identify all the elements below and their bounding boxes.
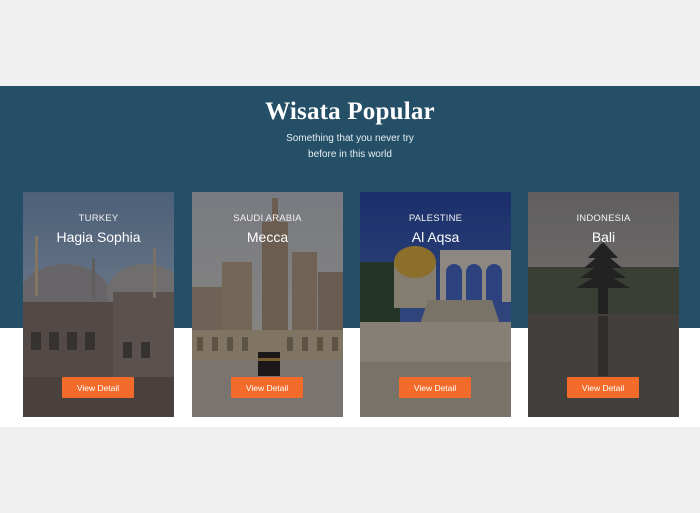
card-country: PALESTINE	[408, 213, 463, 224]
subtitle-line-1: Something that you never try	[286, 133, 414, 144]
card-country: TURKEY	[78, 213, 119, 224]
card-place: Bali	[591, 229, 616, 245]
destination-card-hagia-sophia[interactable]: TURKEY Hagia Sophia View Detail	[23, 192, 174, 417]
destination-card-mecca[interactable]: SAUDI ARABIA Mecca View Detail	[192, 192, 343, 417]
subtitle-line-2: before in this world	[308, 149, 392, 160]
view-detail-button[interactable]: View Detail	[231, 377, 303, 398]
view-detail-button[interactable]: View Detail	[62, 377, 134, 398]
popular-destinations-section: Wisata Popular Something that you never …	[0, 86, 700, 427]
section-title: Wisata Popular	[265, 98, 435, 125]
destination-card-bali[interactable]: INDONESIA Bali View Detail	[528, 192, 679, 417]
card-place: Al Aqsa	[411, 229, 460, 245]
card-place: Hagia Sophia	[56, 229, 141, 245]
card-country: INDONESIA	[576, 213, 631, 224]
card-place: Mecca	[246, 229, 289, 245]
view-detail-button[interactable]: View Detail	[567, 377, 639, 398]
destination-card-al-aqsa[interactable]: PALESTINE Al Aqsa View Detail	[360, 192, 511, 417]
card-country: SAUDI ARABIA	[233, 213, 302, 224]
view-detail-button[interactable]: View Detail	[399, 377, 471, 398]
section-subtitle: Something that you never try before in t…	[0, 131, 700, 163]
